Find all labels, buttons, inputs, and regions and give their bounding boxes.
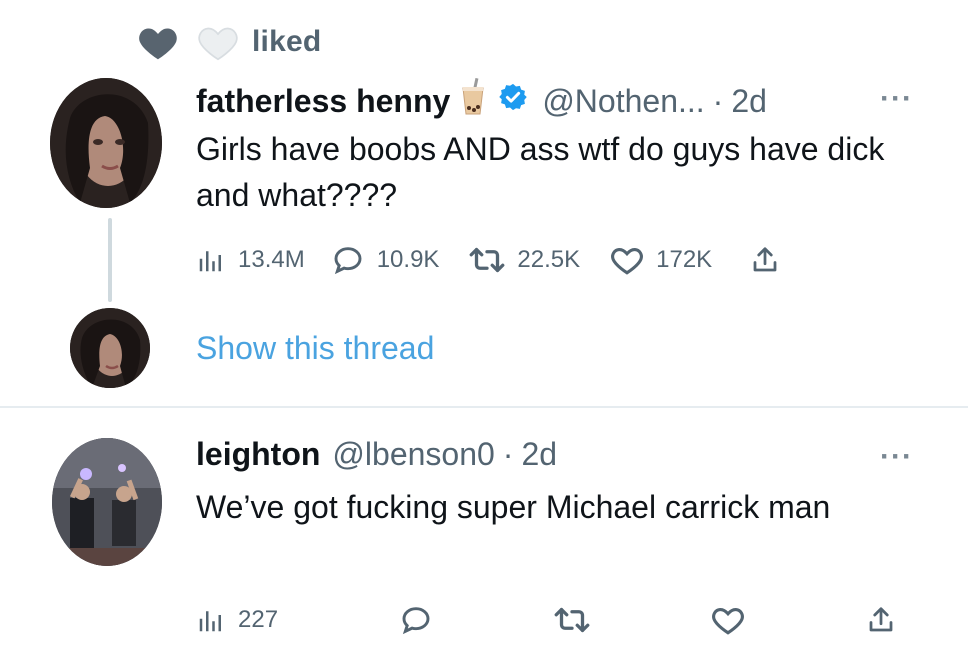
- like-button[interactable]: 172K: [610, 244, 712, 276]
- share-button[interactable]: [866, 604, 896, 636]
- share-button[interactable]: [750, 244, 780, 276]
- timestamp[interactable]: 2d: [731, 83, 767, 120]
- separator-dot: ·: [502, 436, 514, 472]
- more-icon[interactable]: ···: [880, 82, 913, 116]
- like-icon: [611, 247, 644, 275]
- retweet-icon: [470, 247, 505, 273]
- heart-outline-icon: [196, 23, 240, 61]
- reply-count: 10.9K: [376, 246, 440, 273]
- views-count: 227: [238, 606, 279, 633]
- views-button[interactable]: 13.4M: [196, 245, 305, 275]
- show-thread-link[interactable]: Show this thread: [196, 330, 434, 367]
- tweet-action-bar: 227: [196, 604, 896, 636]
- heart-filled-icon: [136, 23, 180, 61]
- tweet-text: Girls have boobs AND ass wtf do guys hav…: [196, 131, 885, 213]
- views-count: 13.4M: [238, 246, 305, 273]
- liked-label: liked: [252, 25, 322, 58]
- reply-icon: [402, 607, 430, 635]
- verified-badge-icon: [498, 82, 528, 120]
- tweet-header: leighton @lbenson0 · 2d: [196, 436, 557, 473]
- retweet-icon: [554, 607, 590, 633]
- share-icon: [753, 247, 777, 272]
- bubble-tea-emoji-icon: [460, 77, 486, 124]
- share-icon: [869, 607, 893, 632]
- separator-dot: ·: [712, 82, 724, 119]
- avatar[interactable]: [52, 438, 162, 566]
- retweet-count: 22.5K: [517, 246, 581, 273]
- avatar-small[interactable]: [70, 308, 150, 388]
- like-count: 172K: [656, 246, 713, 273]
- like-icon: [712, 607, 744, 635]
- like-button[interactable]: [711, 604, 745, 636]
- tweet-text: We’ve got fucking super Michael carrick …: [196, 489, 831, 525]
- display-name[interactable]: leighton: [196, 436, 320, 473]
- tweet-action-bar: 13.4M 10.9K 22.5K 172K: [196, 244, 780, 276]
- handle[interactable]: @Nothen...: [542, 83, 704, 120]
- views-icon: [199, 611, 221, 632]
- tweet-header: fatherless henny @Nothen... · 2d: [196, 77, 767, 124]
- avatar[interactable]: [50, 78, 162, 208]
- views-icon: [199, 251, 221, 272]
- retweet-button[interactable]: 22.5K: [469, 245, 580, 275]
- liked-context: liked: [136, 22, 321, 62]
- handle[interactable]: @lbenson0: [332, 436, 494, 473]
- reply-button[interactable]: 10.9K: [331, 244, 440, 276]
- reply-button[interactable]: [399, 604, 433, 636]
- views-button[interactable]: 227: [196, 605, 278, 635]
- thread-connector-line: [108, 218, 112, 302]
- retweet-button[interactable]: [554, 605, 590, 635]
- tweet-divider: [0, 406, 968, 408]
- reply-icon: [334, 247, 362, 275]
- more-icon[interactable]: ···: [880, 440, 913, 474]
- timestamp[interactable]: 2d: [521, 436, 557, 473]
- display-name[interactable]: fatherless henny: [196, 83, 450, 120]
